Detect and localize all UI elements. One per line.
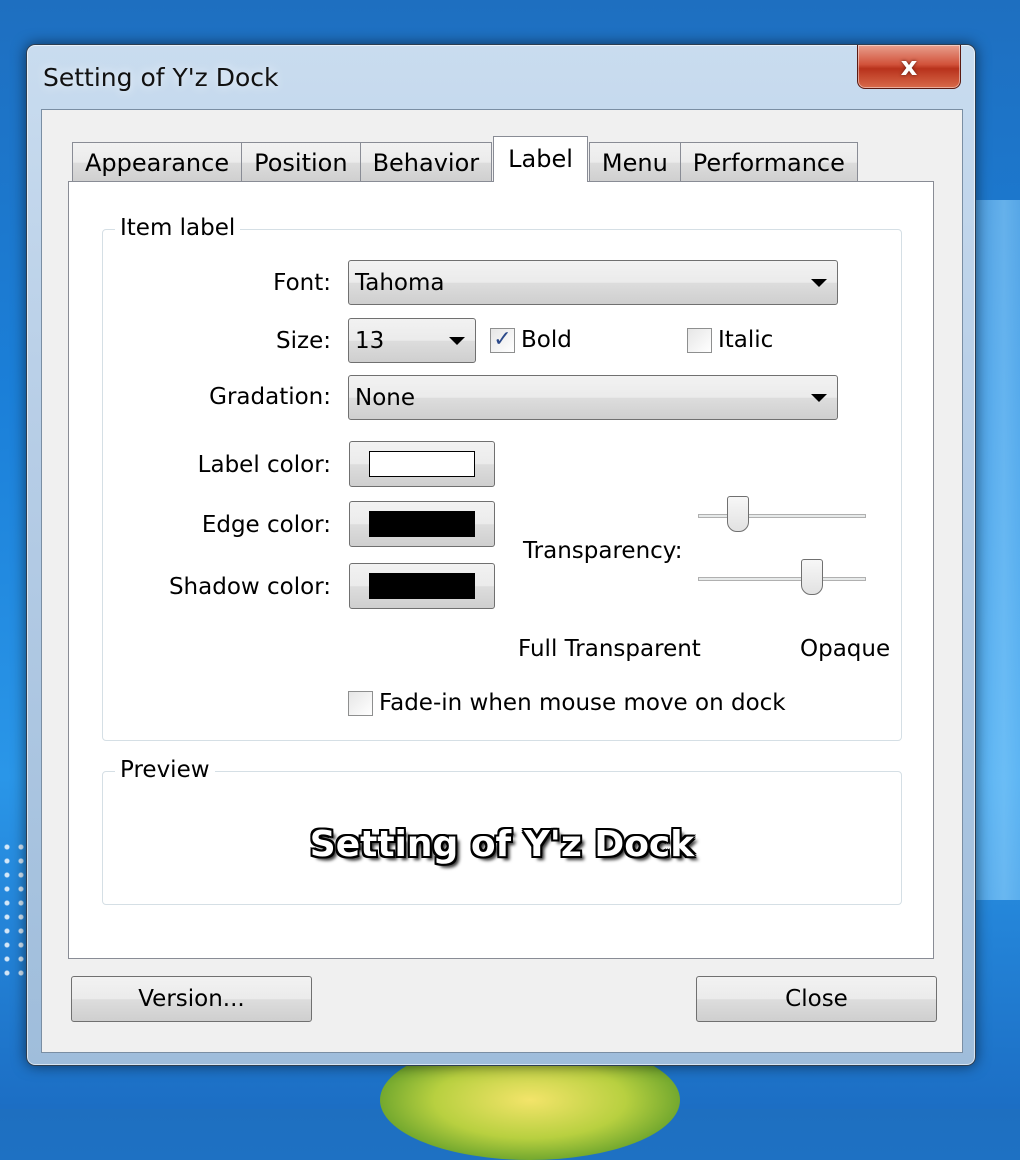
checkbox-box [348, 690, 373, 716]
label-color-swatch [369, 451, 475, 477]
dialog-client-area: Appearance Position Behavior Label Menu … [41, 109, 963, 1053]
edge-color-button[interactable] [349, 501, 495, 547]
label-color-label: Label color: [197, 452, 331, 478]
gradation-select[interactable]: None [348, 375, 838, 420]
shadow-transparency-slider[interactable] [698, 559, 866, 599]
edge-color-label: Edge color: [201, 512, 331, 538]
window-title: Setting of Y'z Dock [43, 63, 279, 92]
shadow-color-swatch [369, 573, 475, 599]
label-color-button[interactable] [349, 441, 495, 487]
chevron-down-icon [811, 279, 827, 287]
preview-group: Preview Setting of Y'z Dock [102, 757, 902, 905]
fade-in-checkbox-label: Fade-in when mouse move on dock [379, 690, 786, 716]
font-select-value: Tahoma [355, 269, 445, 296]
bold-checkbox-label: Bold [521, 327, 572, 353]
slider-thumb[interactable] [727, 496, 750, 532]
preview-sample-text: Setting of Y'z Dock [309, 824, 695, 865]
fade-in-checkbox[interactable]: Fade-in when mouse move on dock [348, 690, 786, 716]
gradation-label: Gradation: [209, 384, 331, 410]
bold-checkbox[interactable]: ✓ Bold [490, 327, 572, 353]
chevron-down-icon [811, 394, 827, 402]
slider-thumb[interactable] [801, 559, 824, 595]
tab-menu[interactable]: Menu [588, 142, 681, 182]
item-label-group: Item label Font: Tahoma Size: 13 ✓ Bold [102, 215, 902, 741]
tab-performance[interactable]: Performance [679, 142, 858, 182]
preview-group-title: Preview [115, 757, 215, 783]
tab-position[interactable]: Position [241, 142, 361, 182]
version-button[interactable]: Version... [71, 976, 312, 1022]
italic-checkbox-label: Italic [718, 327, 774, 353]
shadow-color-button[interactable] [349, 563, 495, 609]
slider-track [698, 514, 866, 518]
tab-behavior[interactable]: Behavior [359, 142, 493, 182]
tab-label[interactable]: Label [493, 136, 588, 182]
italic-checkbox[interactable]: Italic [687, 327, 773, 353]
checkbox-box [687, 327, 712, 353]
slider-track [698, 577, 866, 581]
shadow-color-label: Shadow color: [168, 574, 331, 600]
opaque-label: Opaque [800, 636, 891, 662]
checkmark-icon: ✓ [490, 327, 515, 353]
size-select-value: 13 [355, 327, 385, 354]
close-button[interactable]: Close [696, 976, 937, 1022]
window-close-button[interactable]: x [857, 45, 961, 89]
tab-strip: Appearance Position Behavior Label Menu … [72, 136, 858, 182]
settings-window: Setting of Y'z Dock x Appearance Positio… [26, 44, 976, 1066]
chevron-down-icon [449, 337, 465, 345]
font-select[interactable]: Tahoma [348, 260, 838, 305]
item-label-group-title: Item label [115, 215, 241, 241]
tab-appearance[interactable]: Appearance [72, 142, 243, 182]
edge-color-swatch [369, 511, 475, 537]
transparency-label: Transparency: [523, 538, 683, 564]
label-tab-panel: Item label Font: Tahoma Size: 13 ✓ Bold [68, 181, 934, 959]
size-select[interactable]: 13 [348, 318, 476, 363]
size-label: Size: [276, 328, 331, 354]
title-bar[interactable]: Setting of Y'z Dock x [27, 45, 975, 107]
font-label: Font: [273, 270, 331, 296]
full-transparent-label: Full Transparent [518, 636, 701, 662]
gradation-select-value: None [355, 384, 416, 411]
edge-transparency-slider[interactable] [698, 496, 866, 536]
close-icon: x [900, 51, 918, 82]
